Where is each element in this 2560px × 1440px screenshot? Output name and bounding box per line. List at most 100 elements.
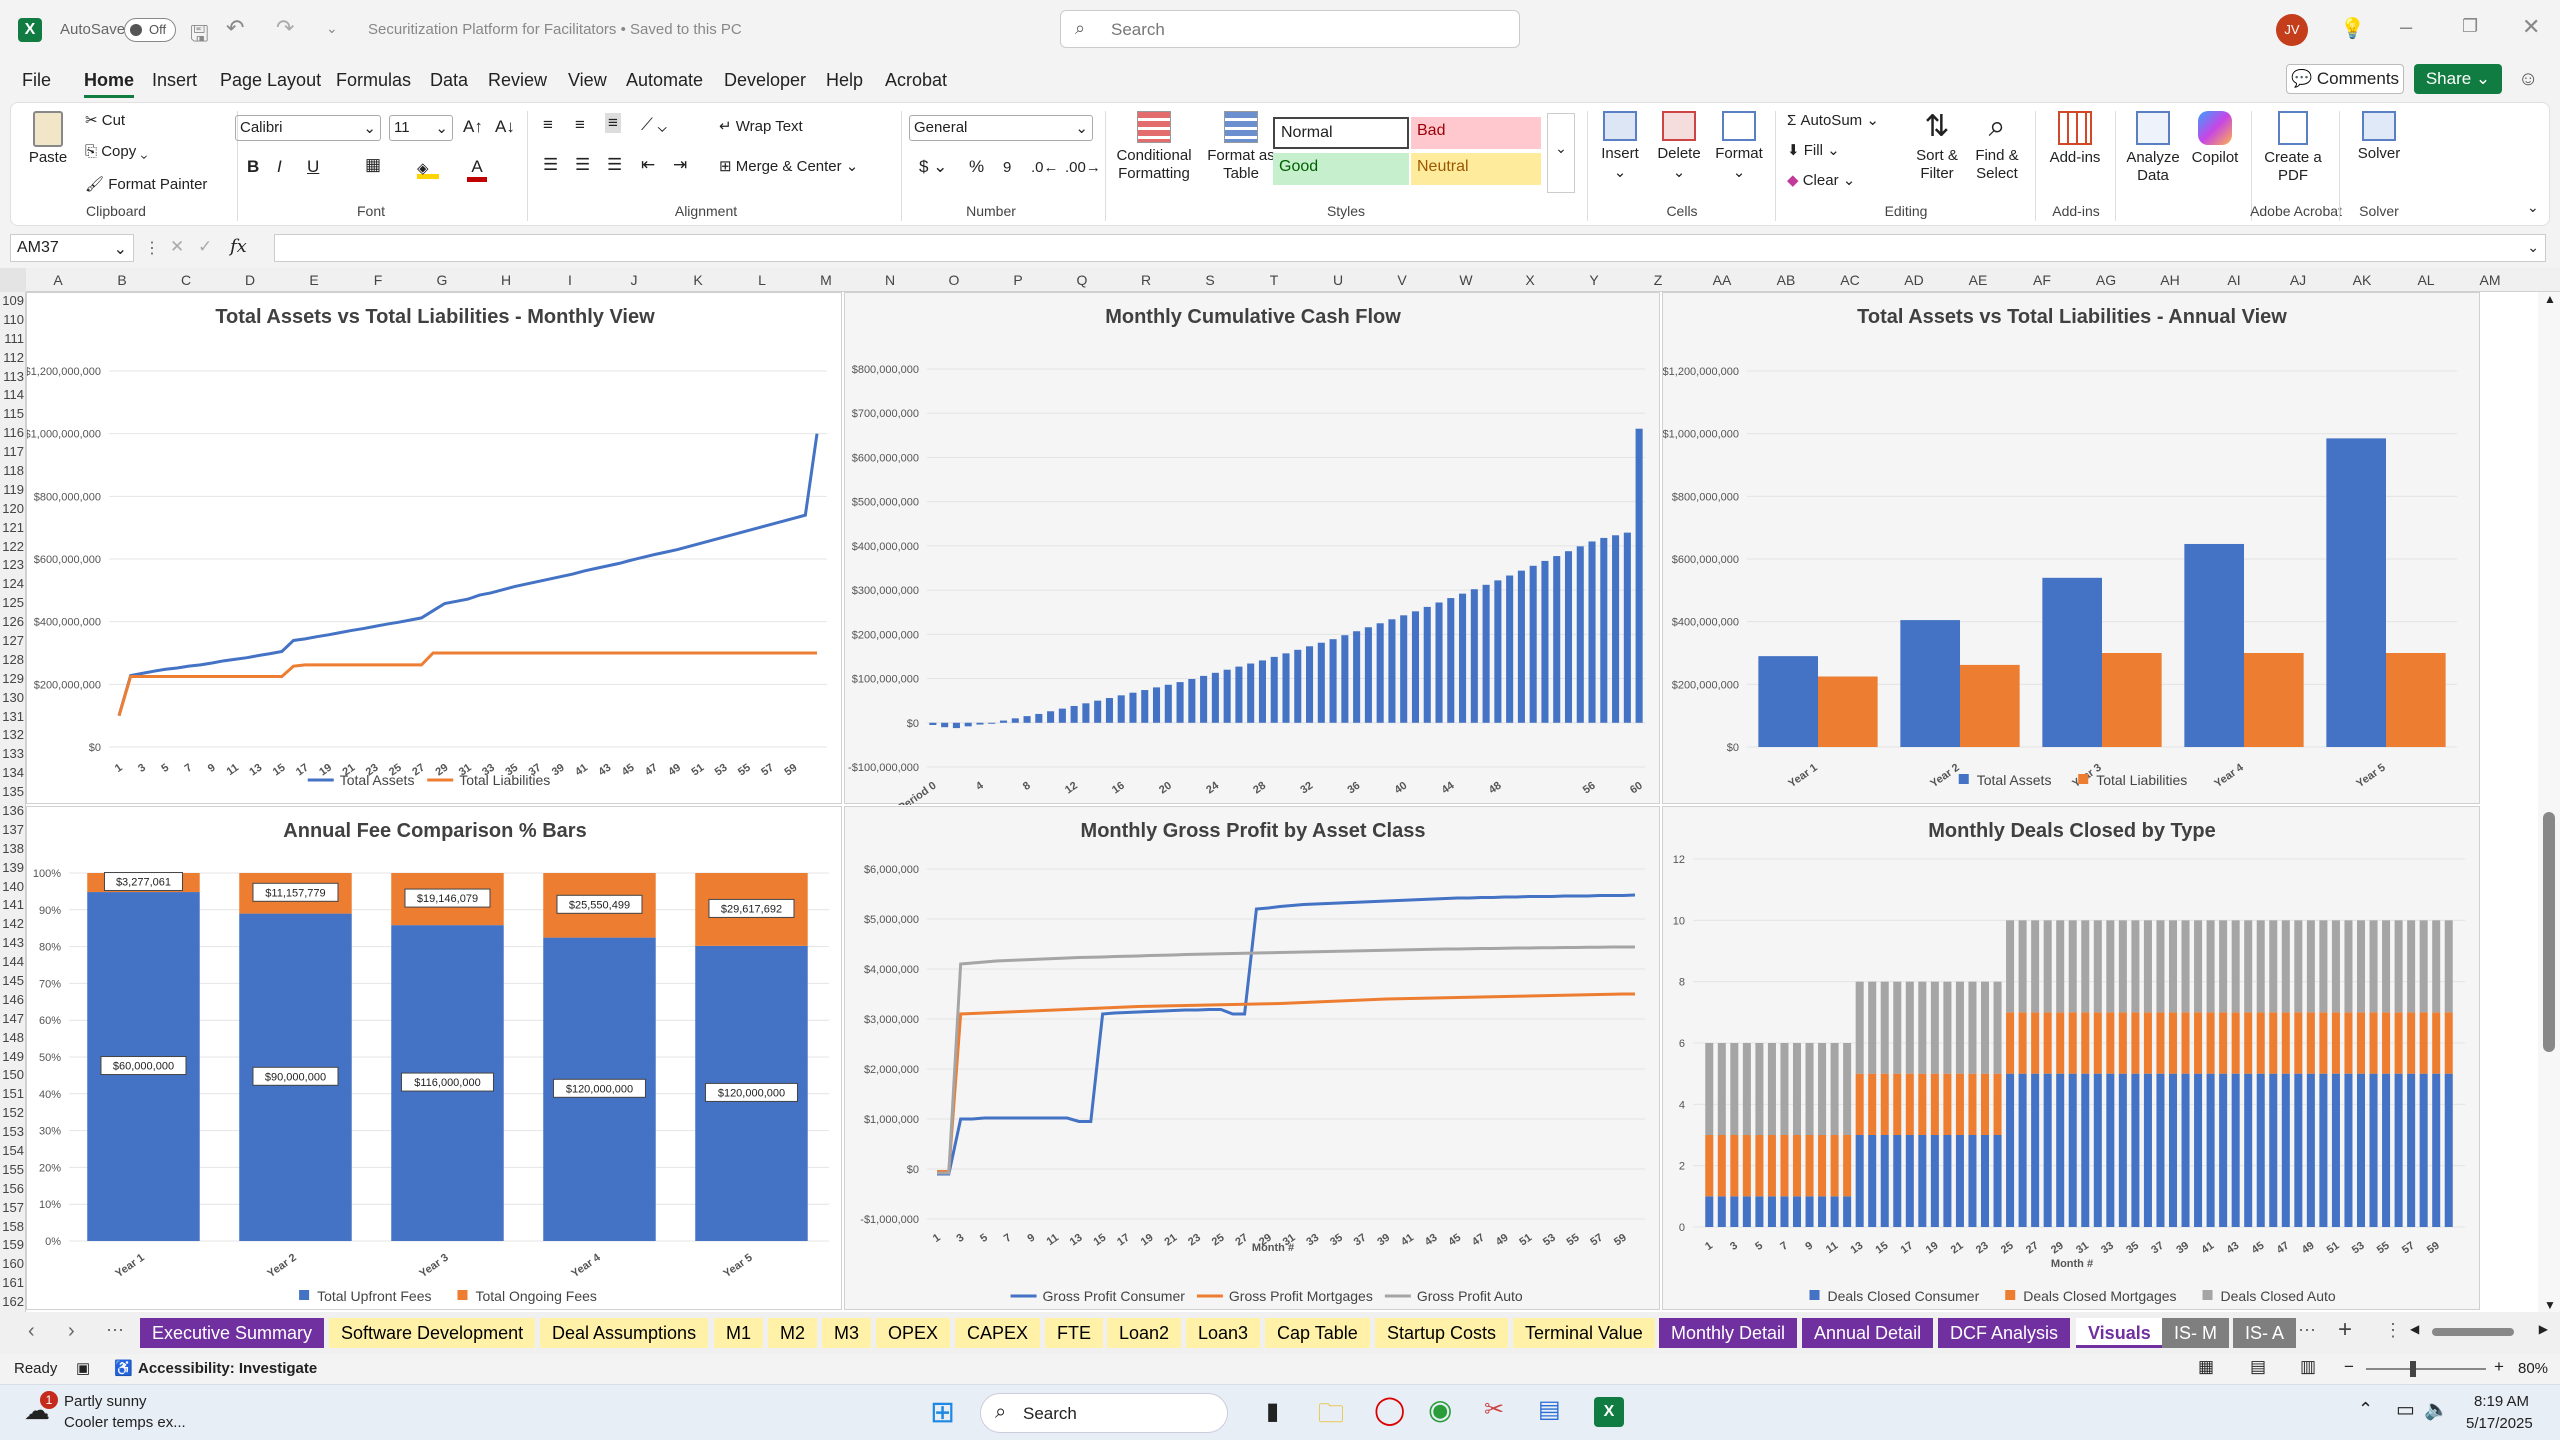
column-header[interactable]: AJ (2266, 268, 2330, 292)
row-header[interactable]: 140 (0, 878, 24, 897)
row-header[interactable]: 123 (0, 556, 24, 575)
font-color-icon[interactable]: A (467, 157, 487, 182)
zoom-slider[interactable] (2366, 1361, 2486, 1377)
align-left-icon[interactable]: ☰ (543, 155, 558, 175)
row-header[interactable]: 134 (0, 764, 24, 783)
font-name-select[interactable]: Calibri ⌄ (235, 115, 381, 141)
row-header[interactable]: 112 (0, 349, 24, 368)
chart-cumulative-cash-flow[interactable]: Monthly Cumulative Cash Flow -$100,000,00… (844, 292, 1660, 805)
formula-input[interactable]: ⌄ (274, 234, 2546, 262)
style-normal[interactable]: Normal (1273, 117, 1409, 149)
row-header[interactable]: 116 (0, 424, 24, 443)
row-header[interactable]: 114 (0, 386, 24, 405)
column-header[interactable]: C (154, 268, 218, 292)
vertical-scroll-thumb[interactable] (2543, 812, 2555, 1052)
more-sheets-icon[interactable]: ⋯ (106, 1320, 124, 1341)
volume-icon[interactable]: 🔈 (2424, 1397, 2449, 1422)
next-sheet-icon[interactable]: › (68, 1320, 75, 1343)
sheet-tab-is-m[interactable]: IS- M (2162, 1318, 2229, 1348)
copy-button[interactable]: ⎘ Copy ⌄ (85, 143, 147, 160)
excel-taskbar-icon[interactable]: X (1594, 1397, 1624, 1427)
row-header[interactable]: 162 (0, 1293, 24, 1312)
tab-options-icon[interactable]: ⋮ (2384, 1320, 2402, 1341)
column-header[interactable]: X (1498, 268, 1562, 292)
chart-annual-assets-liabilities[interactable]: Total Assets vs Total Liabilities - Annu… (1662, 292, 2480, 804)
format-cells-button[interactable]: Format ⌄ (1711, 107, 1767, 181)
chart-annual-fee-comparison[interactable]: Annual Fee Comparison % Bars 0% 10% 20% 30% 4… (26, 806, 842, 1310)
clock-date[interactable]: 5/17/2025 (2466, 1415, 2533, 1432)
menu-review[interactable]: Review (488, 70, 547, 91)
align-bottom-icon[interactable]: ≡ (605, 113, 621, 133)
sheet-tab-m2[interactable]: M2 (768, 1318, 818, 1348)
lightbulb-icon[interactable]: 💡 (2340, 16, 2365, 41)
page-break-view-icon[interactable]: ▥ (2300, 1357, 2316, 1377)
column-header[interactable]: J (602, 268, 666, 292)
row-header[interactable]: 154 (0, 1142, 24, 1161)
column-header[interactable]: P (986, 268, 1050, 292)
sheet-tab-m3[interactable]: M3 (822, 1318, 872, 1348)
sheet-tab-executive-summary[interactable]: Executive Summary (140, 1318, 325, 1348)
horizontal-scrollbar[interactable]: ◀ ▶ (2410, 1322, 2548, 1338)
decrease-indent-icon[interactable]: ⇤ (641, 155, 655, 175)
increase-decimal-icon[interactable]: .0← (1031, 159, 1059, 176)
row-header[interactable]: 124 (0, 575, 24, 594)
share-button[interactable]: Share ⌄ (2414, 64, 2502, 94)
close-icon[interactable]: ✕ (2522, 14, 2540, 40)
column-header[interactable]: H (474, 268, 538, 292)
style-neutral[interactable]: Neutral (1411, 153, 1541, 185)
align-right-icon[interactable]: ☰ (607, 155, 622, 175)
row-header[interactable]: 157 (0, 1199, 24, 1218)
row-header[interactable]: 111 (0, 330, 24, 349)
sheet-tab-dcf-analysis[interactable]: DCF Analysis (1938, 1318, 2071, 1348)
vertical-scrollbar[interactable]: ▲ ▼ (2538, 292, 2560, 1312)
menu-page-layout[interactable]: Page Layout (220, 70, 321, 91)
name-box[interactable]: AM37 ⌄ (10, 234, 134, 262)
row-header[interactable]: 159 (0, 1236, 24, 1255)
row-header[interactable]: 109 (0, 292, 24, 311)
weather-condition[interactable]: Partly sunny (64, 1393, 147, 1410)
find-select-button[interactable]: ⌕ Find & Select (1969, 107, 2025, 183)
sheet-tab-visuals[interactable]: Visuals (2076, 1318, 2163, 1348)
sheet-tab-startup-costs[interactable]: Startup Costs (1375, 1318, 1509, 1348)
insert-cells-button[interactable]: Insert ⌄ (1595, 107, 1645, 181)
start-icon[interactable]: ⊞ (930, 1395, 955, 1430)
sheet-list-icon[interactable]: ⋯ (2298, 1320, 2316, 1341)
weather-detail[interactable]: Cooler temps ex... (64, 1414, 186, 1431)
column-header[interactable]: AA (1690, 268, 1754, 292)
file-explorer-icon[interactable]: 🗀 (1318, 1395, 1344, 1439)
column-header[interactable]: B (90, 268, 154, 292)
sheet-tab-software-development[interactable]: Software Development (329, 1318, 536, 1348)
fill-color-icon[interactable]: ◈ (417, 159, 439, 179)
column-header[interactable]: E (282, 268, 346, 292)
column-header[interactable]: S (1178, 268, 1242, 292)
row-header[interactable]: 122 (0, 538, 24, 557)
row-header[interactable]: 151 (0, 1085, 24, 1104)
menu-help[interactable]: Help (826, 70, 863, 91)
horizontal-scroll-thumb[interactable] (2432, 1328, 2514, 1336)
increase-indent-icon[interactable]: ⇥ (673, 155, 687, 175)
column-header[interactable]: U (1306, 268, 1370, 292)
column-header[interactable]: Q (1050, 268, 1114, 292)
create-pdf-button[interactable]: Create a PDF (2257, 107, 2329, 185)
column-header[interactable]: AH (2138, 268, 2202, 292)
more-options-icon[interactable]: ⋮ (144, 238, 160, 258)
align-top-icon[interactable]: ≡ (543, 115, 553, 135)
column-header[interactable]: AB (1754, 268, 1818, 292)
minimize-icon[interactable]: – (2400, 14, 2412, 40)
row-header[interactable]: 128 (0, 651, 24, 670)
column-header[interactable]: AL (2394, 268, 2458, 292)
confirm-entry-icon[interactable]: ✓ (198, 237, 212, 257)
style-good[interactable]: Good (1273, 153, 1409, 185)
column-header[interactable]: AG (2074, 268, 2138, 292)
row-header[interactable]: 129 (0, 670, 24, 689)
search-box[interactable]: ⌕ Search (1060, 10, 1520, 48)
row-header[interactable]: 141 (0, 896, 24, 915)
sheet-tab-loan3[interactable]: Loan3 (1186, 1318, 1261, 1348)
new-sheet-icon[interactable]: + (2338, 1316, 2352, 1344)
column-header[interactable]: D (218, 268, 282, 292)
column-header[interactable]: A (26, 268, 90, 292)
menu-developer[interactable]: Developer (724, 70, 806, 91)
column-header[interactable]: O (922, 268, 986, 292)
row-header[interactable]: 143 (0, 934, 24, 953)
row-header[interactable]: 137 (0, 821, 24, 840)
